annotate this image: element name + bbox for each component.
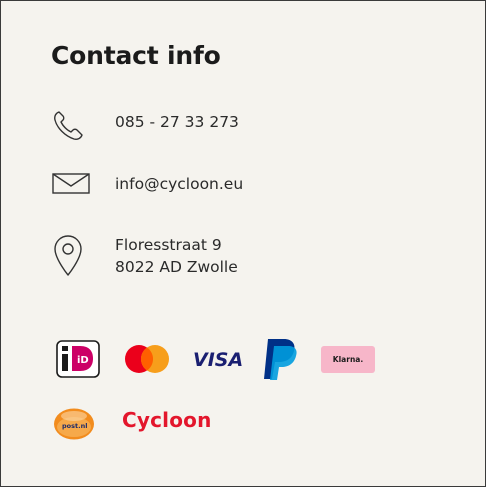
phone-icon (51, 109, 95, 143)
contact-info-title: Contact info (51, 41, 221, 70)
cycloon-logo: Cycloon (122, 408, 212, 432)
paypal-logo (260, 337, 300, 381)
location-pin-icon (51, 233, 95, 277)
visa-logo-text: VISA (193, 349, 243, 371)
visa-logo: VISA (191, 343, 247, 373)
phone-row[interactable]: 085 - 27 33 273 (51, 109, 239, 143)
ideal-logo: iD (56, 340, 100, 378)
email-row[interactable]: info@cycloon.eu (51, 172, 243, 196)
postnl-logo: post.nl (53, 407, 95, 441)
address-row: Floresstraat 9 8022 AD Zwolle (51, 233, 238, 278)
klarna-logo: Klarna. (321, 346, 375, 373)
ideal-logo-text: iD (77, 355, 89, 366)
phone-number[interactable]: 085 - 27 33 273 (115, 111, 239, 133)
address-city: 8022 AD Zwolle (115, 258, 238, 276)
postnl-logo-text: post.nl (62, 422, 87, 430)
envelope-icon (51, 172, 95, 196)
email-address[interactable]: info@cycloon.eu (115, 173, 243, 195)
address: Floresstraat 9 8022 AD Zwolle (115, 234, 238, 278)
mastercard-logo (121, 343, 173, 375)
contact-info-card: Contact info 085 - 27 33 273 info@cycloo… (0, 0, 486, 487)
address-street: Floresstraat 9 (115, 236, 222, 254)
